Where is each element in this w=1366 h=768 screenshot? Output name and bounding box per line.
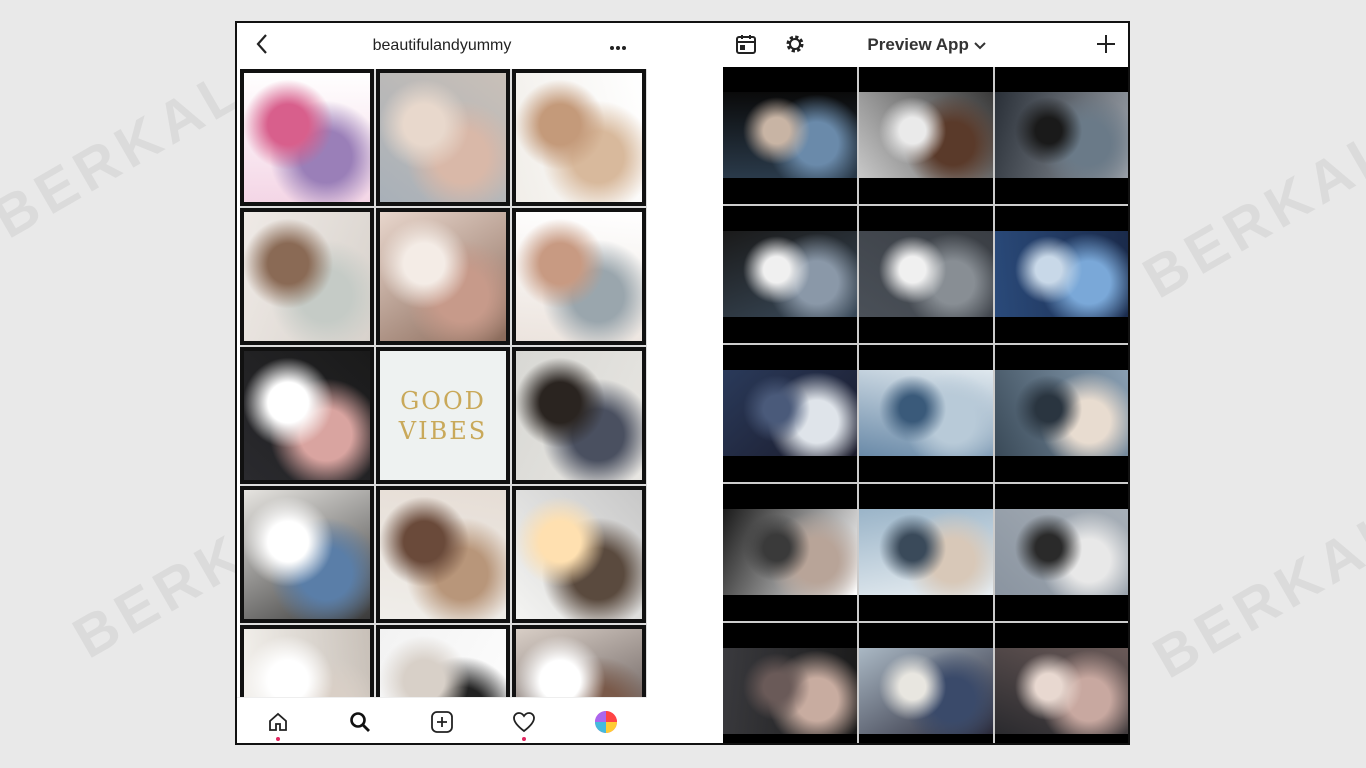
preview-post[interactable] bbox=[995, 345, 1128, 482]
post-thumbnail bbox=[516, 212, 642, 341]
post-thumbnail bbox=[516, 629, 642, 697]
preview-post[interactable] bbox=[995, 484, 1128, 621]
calendar-icon[interactable] bbox=[735, 33, 757, 60]
preview-app-screen: Preview App bbox=[723, 23, 1128, 743]
post-thumbnail bbox=[244, 73, 370, 202]
post-thumbnail bbox=[380, 212, 506, 341]
grid-post[interactable] bbox=[376, 486, 510, 623]
post-thumbnail bbox=[995, 92, 1128, 178]
app-title-dropdown[interactable]: Preview App bbox=[867, 35, 986, 55]
post-text: GOOD VIBES bbox=[380, 351, 506, 480]
post-thumbnail bbox=[723, 92, 857, 178]
grid-post[interactable] bbox=[512, 208, 646, 345]
chevron-left-icon[interactable] bbox=[255, 33, 269, 61]
watermark: BERKAL bbox=[0, 55, 256, 252]
grid-post[interactable] bbox=[240, 69, 374, 206]
post-thumbnail bbox=[380, 629, 506, 697]
post-thumbnail bbox=[516, 73, 642, 202]
post-text-line: GOOD bbox=[400, 386, 486, 415]
profile-photo-grid: GOOD VIBES bbox=[240, 69, 647, 697]
watermark: BERKAL bbox=[1142, 495, 1366, 692]
grid-post[interactable] bbox=[512, 486, 646, 623]
post-thumbnail bbox=[859, 648, 993, 734]
ellipsis-icon[interactable] bbox=[609, 35, 627, 56]
post-thumbnail bbox=[859, 370, 993, 456]
grid-post[interactable] bbox=[240, 486, 374, 623]
profile-avatar-icon[interactable] bbox=[586, 702, 626, 742]
preview-post[interactable] bbox=[859, 67, 993, 204]
post-thumbnail bbox=[723, 370, 857, 456]
grid-post[interactable] bbox=[512, 69, 646, 206]
post-thumbnail bbox=[995, 231, 1128, 317]
app-title: Preview App bbox=[867, 35, 969, 54]
heart-icon[interactable] bbox=[504, 702, 544, 742]
grid-post[interactable] bbox=[376, 208, 510, 345]
chevron-down-icon bbox=[973, 35, 986, 54]
profile-username: beautifulandyummy bbox=[372, 37, 512, 54]
post-thumbnail bbox=[859, 92, 993, 178]
preview-post[interactable] bbox=[859, 623, 993, 743]
post-thumbnail bbox=[244, 351, 370, 480]
home-icon[interactable] bbox=[258, 702, 298, 742]
grid-post[interactable] bbox=[240, 347, 374, 484]
preview-post[interactable] bbox=[859, 206, 993, 343]
preview-post[interactable] bbox=[859, 345, 993, 482]
post-thumbnail bbox=[995, 370, 1128, 456]
notification-dot bbox=[522, 737, 526, 741]
preview-header: Preview App bbox=[723, 23, 1128, 67]
comparison-frame: beautifulandyummy GOOD VIBES Preview App bbox=[235, 21, 1130, 745]
post-thumbnail bbox=[723, 231, 857, 317]
preview-post[interactable] bbox=[995, 206, 1128, 343]
grid-post[interactable] bbox=[240, 208, 374, 345]
bottom-tab-bar bbox=[237, 697, 647, 743]
post-thumbnail bbox=[723, 509, 857, 595]
preview-post[interactable] bbox=[995, 623, 1128, 743]
instagram-profile-screen: beautifulandyummy GOOD VIBES bbox=[237, 23, 647, 743]
post-thumbnail bbox=[244, 490, 370, 619]
preview-post[interactable] bbox=[723, 484, 857, 621]
plus-icon[interactable] bbox=[1096, 29, 1116, 61]
post-thumbnail bbox=[723, 648, 857, 734]
grid-post[interactable] bbox=[376, 69, 510, 206]
post-text-line: VIBES bbox=[398, 416, 488, 445]
post-thumbnail bbox=[859, 231, 993, 317]
preview-post[interactable] bbox=[723, 206, 857, 343]
post-thumbnail bbox=[244, 212, 370, 341]
post-thumbnail bbox=[516, 351, 642, 480]
grid-post[interactable] bbox=[512, 347, 646, 484]
grid-post[interactable]: GOOD VIBES bbox=[376, 347, 510, 484]
post-thumbnail bbox=[995, 509, 1128, 595]
add-post-icon[interactable] bbox=[422, 702, 462, 742]
post-thumbnail bbox=[516, 490, 642, 619]
preview-post[interactable] bbox=[723, 623, 857, 743]
profile-header: beautifulandyummy bbox=[237, 23, 647, 69]
grid-post[interactable] bbox=[240, 625, 374, 697]
gear-icon[interactable] bbox=[783, 32, 807, 61]
preview-post[interactable] bbox=[723, 67, 857, 204]
post-thumbnail bbox=[380, 73, 506, 202]
watermark: BERKAL bbox=[1132, 115, 1366, 312]
preview-post[interactable] bbox=[723, 345, 857, 482]
grid-post[interactable] bbox=[512, 625, 646, 697]
post-thumbnail bbox=[244, 629, 370, 697]
post-thumbnail bbox=[380, 490, 506, 619]
notification-dot bbox=[276, 737, 280, 741]
preview-photo-grid bbox=[723, 67, 1128, 743]
preview-post[interactable] bbox=[995, 67, 1128, 204]
preview-post[interactable] bbox=[859, 484, 993, 621]
search-icon[interactable] bbox=[340, 702, 380, 742]
grid-post[interactable] bbox=[376, 625, 510, 697]
post-thumbnail bbox=[859, 509, 993, 595]
post-thumbnail bbox=[995, 648, 1128, 734]
